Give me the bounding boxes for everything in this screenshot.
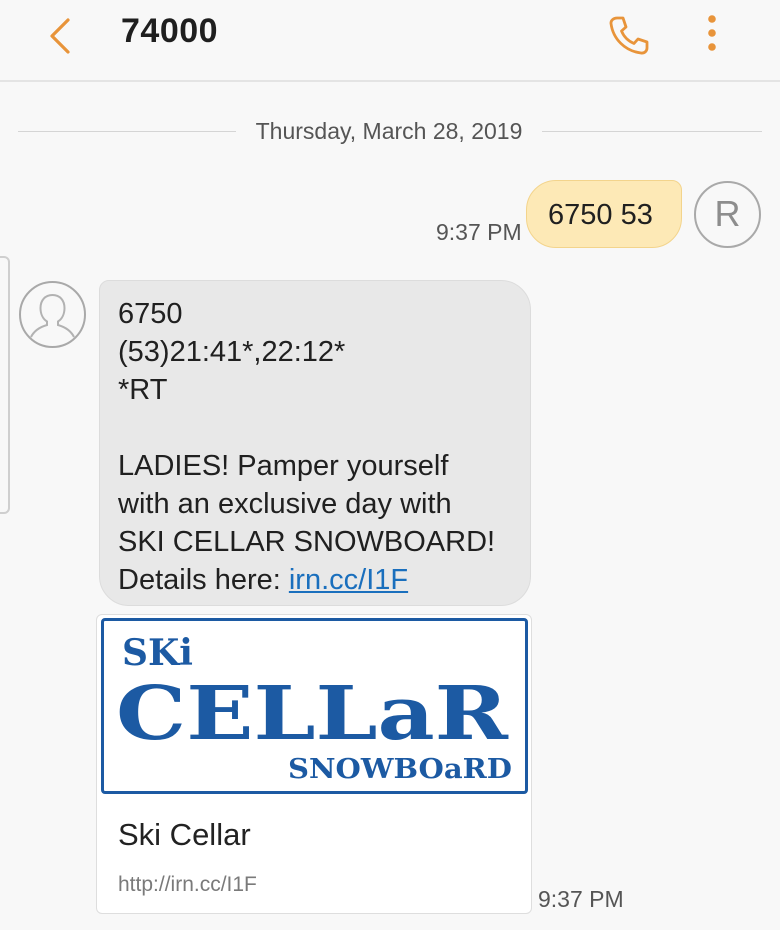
date-label: Thursday, March 28, 2019 (255, 118, 523, 144)
preview-title: Ski Cellar (118, 817, 251, 852)
preview-url: http://irn.cc/I1F (118, 873, 257, 896)
message-line: SKI CELLAR SNOWBOARD! (118, 526, 496, 558)
ski-cellar-logo: SKi CELLaR SNOWBOaRD (116, 632, 512, 785)
contact-avatar[interactable] (19, 281, 86, 348)
edge-panel-handle[interactable] (0, 256, 10, 514)
sent-message-text: 6750 53 (548, 199, 653, 231)
divider-line-right (542, 131, 762, 132)
conversation-title: 74000 (121, 12, 219, 50)
message-details-line: Details here: irn.cc/I1F (118, 561, 520, 599)
call-button[interactable] (604, 12, 652, 60)
details-prefix: Details here: (118, 564, 289, 596)
message-line: (53)21:41*,22:12* (118, 336, 346, 368)
more-options-button[interactable] (696, 12, 728, 60)
logo-snowboard-text: SNOWBOaRD (288, 754, 512, 785)
divider-line-left (18, 131, 236, 132)
logo-ski-text: SKi (122, 632, 193, 674)
chevron-left-icon (50, 18, 70, 54)
message-link[interactable]: irn.cc/I1F (289, 564, 408, 596)
message-line: 6750 (118, 298, 183, 330)
phone-icon (609, 16, 649, 55)
person-icon (30, 294, 75, 338)
link-preview-card[interactable]: SKi CELLaR SNOWBOaRD Ski Cellar http://i… (96, 614, 532, 914)
date-divider: Thursday, March 28, 2019 (18, 114, 762, 150)
message-line: LADIES! Pamper yourself (118, 450, 449, 482)
back-button[interactable] (34, 10, 84, 60)
more-vertical-icon (708, 15, 716, 51)
message-line: *RT (118, 374, 168, 406)
logo-cellar-text: CELLaR (116, 671, 509, 757)
preview-logo-image[interactable]: SKi CELLaR SNOWBOaRD (101, 618, 528, 794)
sent-message-bubble[interactable]: 6750 53 (526, 180, 682, 248)
app-header: 74000 (0, 0, 780, 82)
received-timestamp: 9:37 PM (538, 886, 624, 912)
sent-timestamp: 9:37 PM (436, 219, 522, 245)
message-line: with an exclusive day with (118, 488, 452, 520)
message-spacer (118, 409, 520, 447)
my-avatar[interactable]: R (694, 181, 761, 248)
received-message-bubble[interactable]: 6750 (53)21:41*,22:12* *RT LADIES! Pampe… (99, 280, 531, 606)
